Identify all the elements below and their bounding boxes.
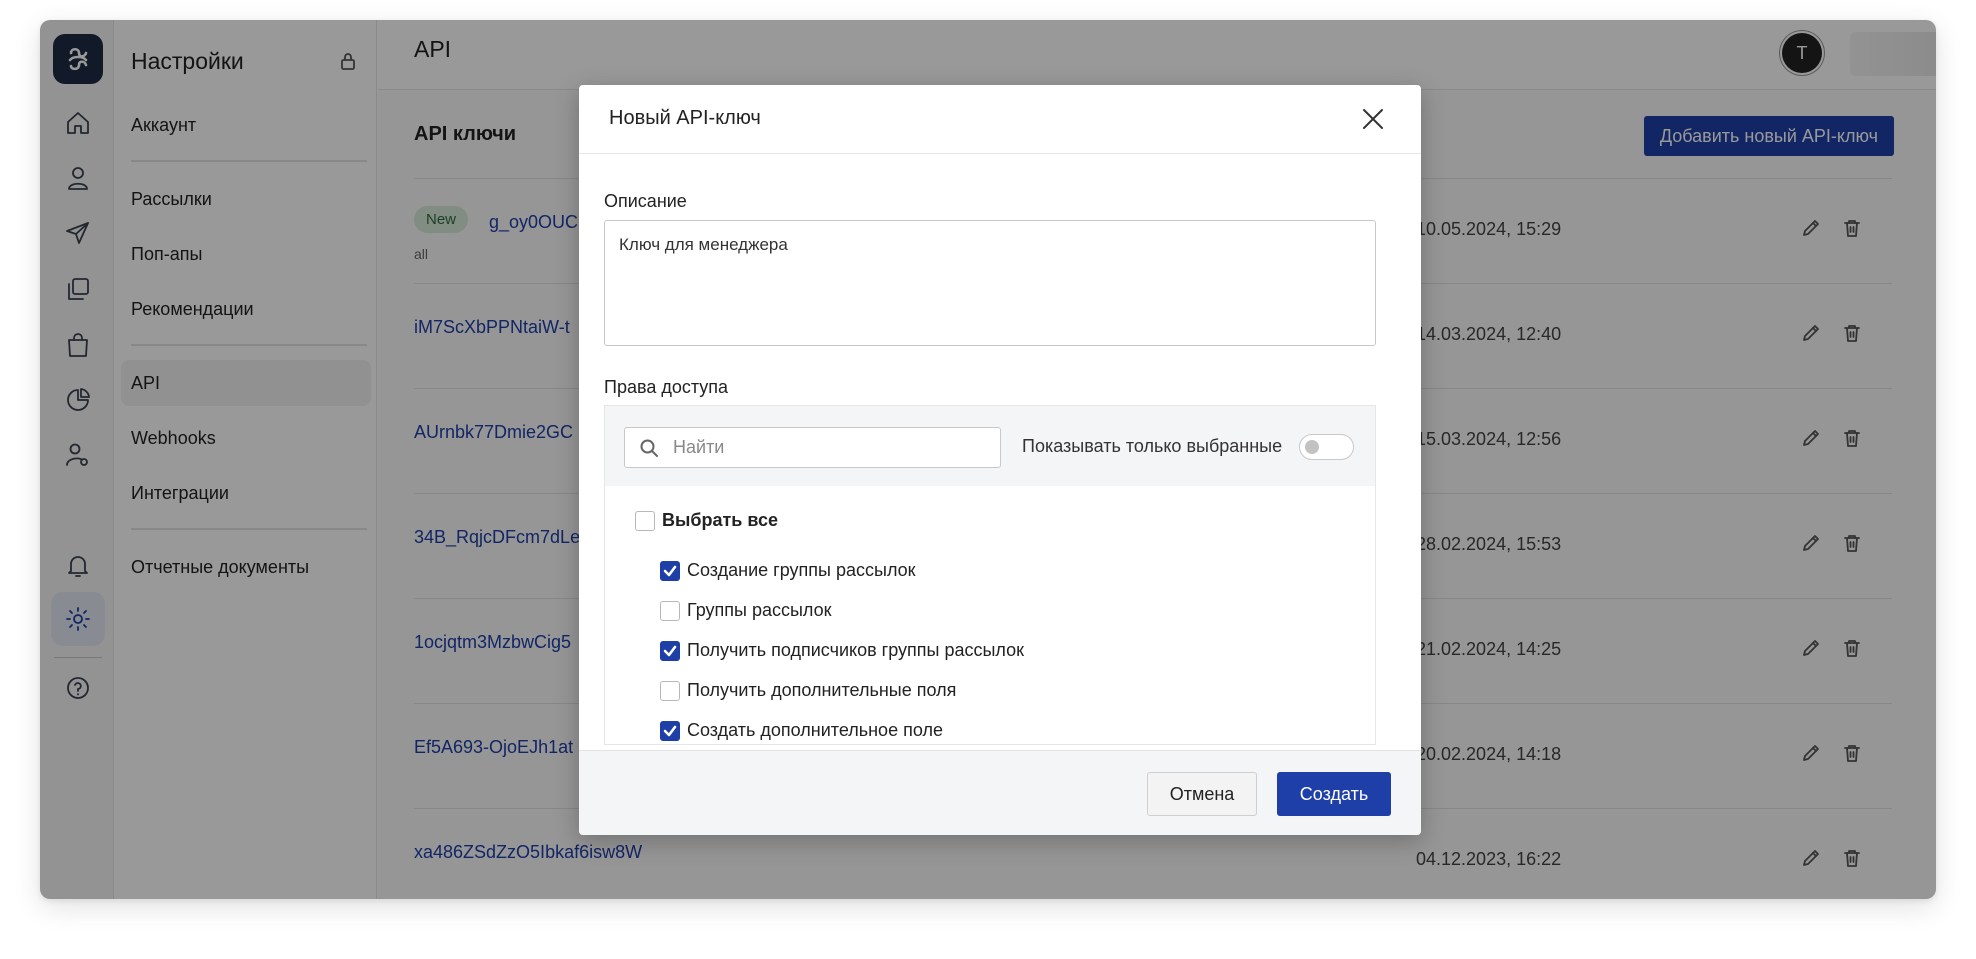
dialog-title: Новый API-ключ [609, 107, 761, 129]
permissions-label: Права доступа [604, 377, 729, 397]
select-all-checkbox[interactable] [635, 511, 655, 531]
permission-checkbox[interactable] [660, 561, 680, 581]
permission-checkbox[interactable] [660, 681, 680, 701]
permissions-toolbar: Показывать только выбранные [605, 406, 1375, 486]
create-button[interactable]: Создать [1277, 772, 1391, 816]
close-icon[interactable] [1357, 103, 1389, 135]
permission-label: Группы рассылок [687, 600, 832, 620]
dialog-footer: Отмена Создать [579, 750, 1421, 835]
app-window: Настройки Аккаунт Рассылки Поп-апы Реком… [40, 20, 1936, 899]
permission-label: Получить дополнительные поля [687, 680, 957, 700]
permission-checkbox[interactable] [660, 721, 680, 741]
permissions-panel: Показывать только выбранные Выбрать все … [604, 405, 1376, 745]
show-selected-label: Показывать только выбранные [1022, 436, 1283, 456]
dialog-header: Новый API-ключ [579, 85, 1421, 154]
new-api-key-dialog: Новый API-ключ Описание Ключ для менедже… [579, 85, 1421, 835]
description-label: Описание [604, 191, 687, 211]
show-selected-toggle[interactable] [1299, 434, 1354, 460]
permission-label: Создать дополнительное поле [687, 720, 943, 740]
cancel-button[interactable]: Отмена [1147, 772, 1257, 816]
search-input[interactable] [673, 428, 993, 467]
permission-label: Получить подписчиков группы рассылок [687, 640, 1025, 660]
select-all-label: Выбрать все [662, 510, 779, 530]
permission-label: Создание группы рассылок [687, 560, 916, 580]
permission-checkbox[interactable] [660, 641, 680, 661]
permission-checkbox[interactable] [660, 601, 680, 621]
permissions-search [624, 427, 1001, 468]
toggle-knob [1305, 440, 1319, 454]
description-field[interactable]: Ключ для менеджера [604, 220, 1376, 346]
search-icon [640, 439, 658, 457]
